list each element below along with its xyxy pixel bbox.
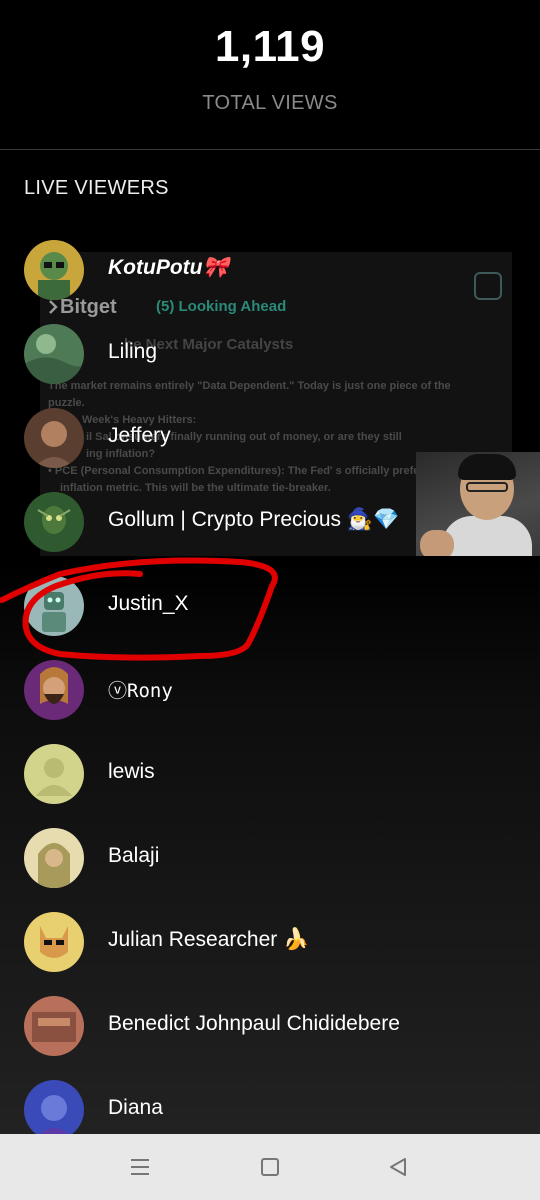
divider	[0, 149, 540, 150]
viewer-name: Benedict Johnpaul Chididebere	[108, 1012, 400, 1035]
viewer-name: Liling	[108, 340, 158, 363]
home-square-icon[interactable]	[250, 1152, 290, 1182]
total-views-count: 1,119	[214, 22, 326, 71]
fox-avatar	[24, 912, 84, 972]
viewer-row[interactable]: Jeffery	[0, 396, 540, 480]
bearded-avatar	[24, 660, 84, 720]
viewer-row[interactable]: Balaji	[0, 816, 540, 900]
viewer-name: lewis	[108, 760, 155, 783]
viewer-row[interactable]: Julian Researcher 🍌	[0, 900, 540, 984]
viewer-row[interactable]: Benedict Johnpaul Chididebere	[0, 984, 540, 1068]
viewer-name: Jeffery	[108, 424, 171, 447]
robot-avatar	[24, 576, 84, 636]
viewer-name: Diana	[108, 1096, 163, 1119]
landscape-avatar	[24, 324, 84, 384]
viewer-name: Gollum | Crypto Precious 🧙‍♂️💎	[108, 508, 400, 531]
live-viewers-screen: 1,119 TOTAL VIEWS LIVE VIEWERS Bitget (5…	[0, 0, 540, 1200]
viewer-name: ⓥRony	[108, 680, 173, 702]
total-views-label: TOTAL VIEWS	[202, 92, 338, 114]
viewer-row[interactable]: Justin_X	[0, 564, 540, 648]
system-nav-bar	[0, 1134, 540, 1200]
viewer-row[interactable]: Liling	[0, 312, 540, 396]
default-avatar	[24, 744, 84, 804]
photo-avatar	[24, 996, 84, 1056]
viewer-row[interactable]: Gollum | Crypto Precious 🧙‍♂️💎	[0, 480, 540, 564]
gollum-avatar	[24, 492, 84, 552]
cartoon-avatar	[24, 240, 84, 300]
viewer-row[interactable]: KotuPotu🎀	[0, 228, 540, 312]
back-triangle-icon[interactable]	[378, 1152, 418, 1182]
viewer-name: KotuPotu🎀	[108, 256, 229, 279]
blue-portrait-avatar	[24, 1080, 84, 1140]
live-viewers-title: LIVE VIEWERS	[24, 177, 169, 199]
portrait-avatar	[24, 408, 84, 468]
viewer-row[interactable]: ⓥRony	[0, 648, 540, 732]
hooded-avatar	[24, 828, 84, 888]
menu-icon[interactable]	[120, 1152, 160, 1182]
viewer-row[interactable]: lewis	[0, 732, 540, 816]
viewer-name: Julian Researcher 🍌	[108, 928, 310, 951]
viewer-name: Balaji	[108, 844, 160, 867]
viewer-name: Justin_X	[108, 592, 189, 615]
stats-header: 1,119 TOTAL VIEWS	[0, 0, 540, 150]
